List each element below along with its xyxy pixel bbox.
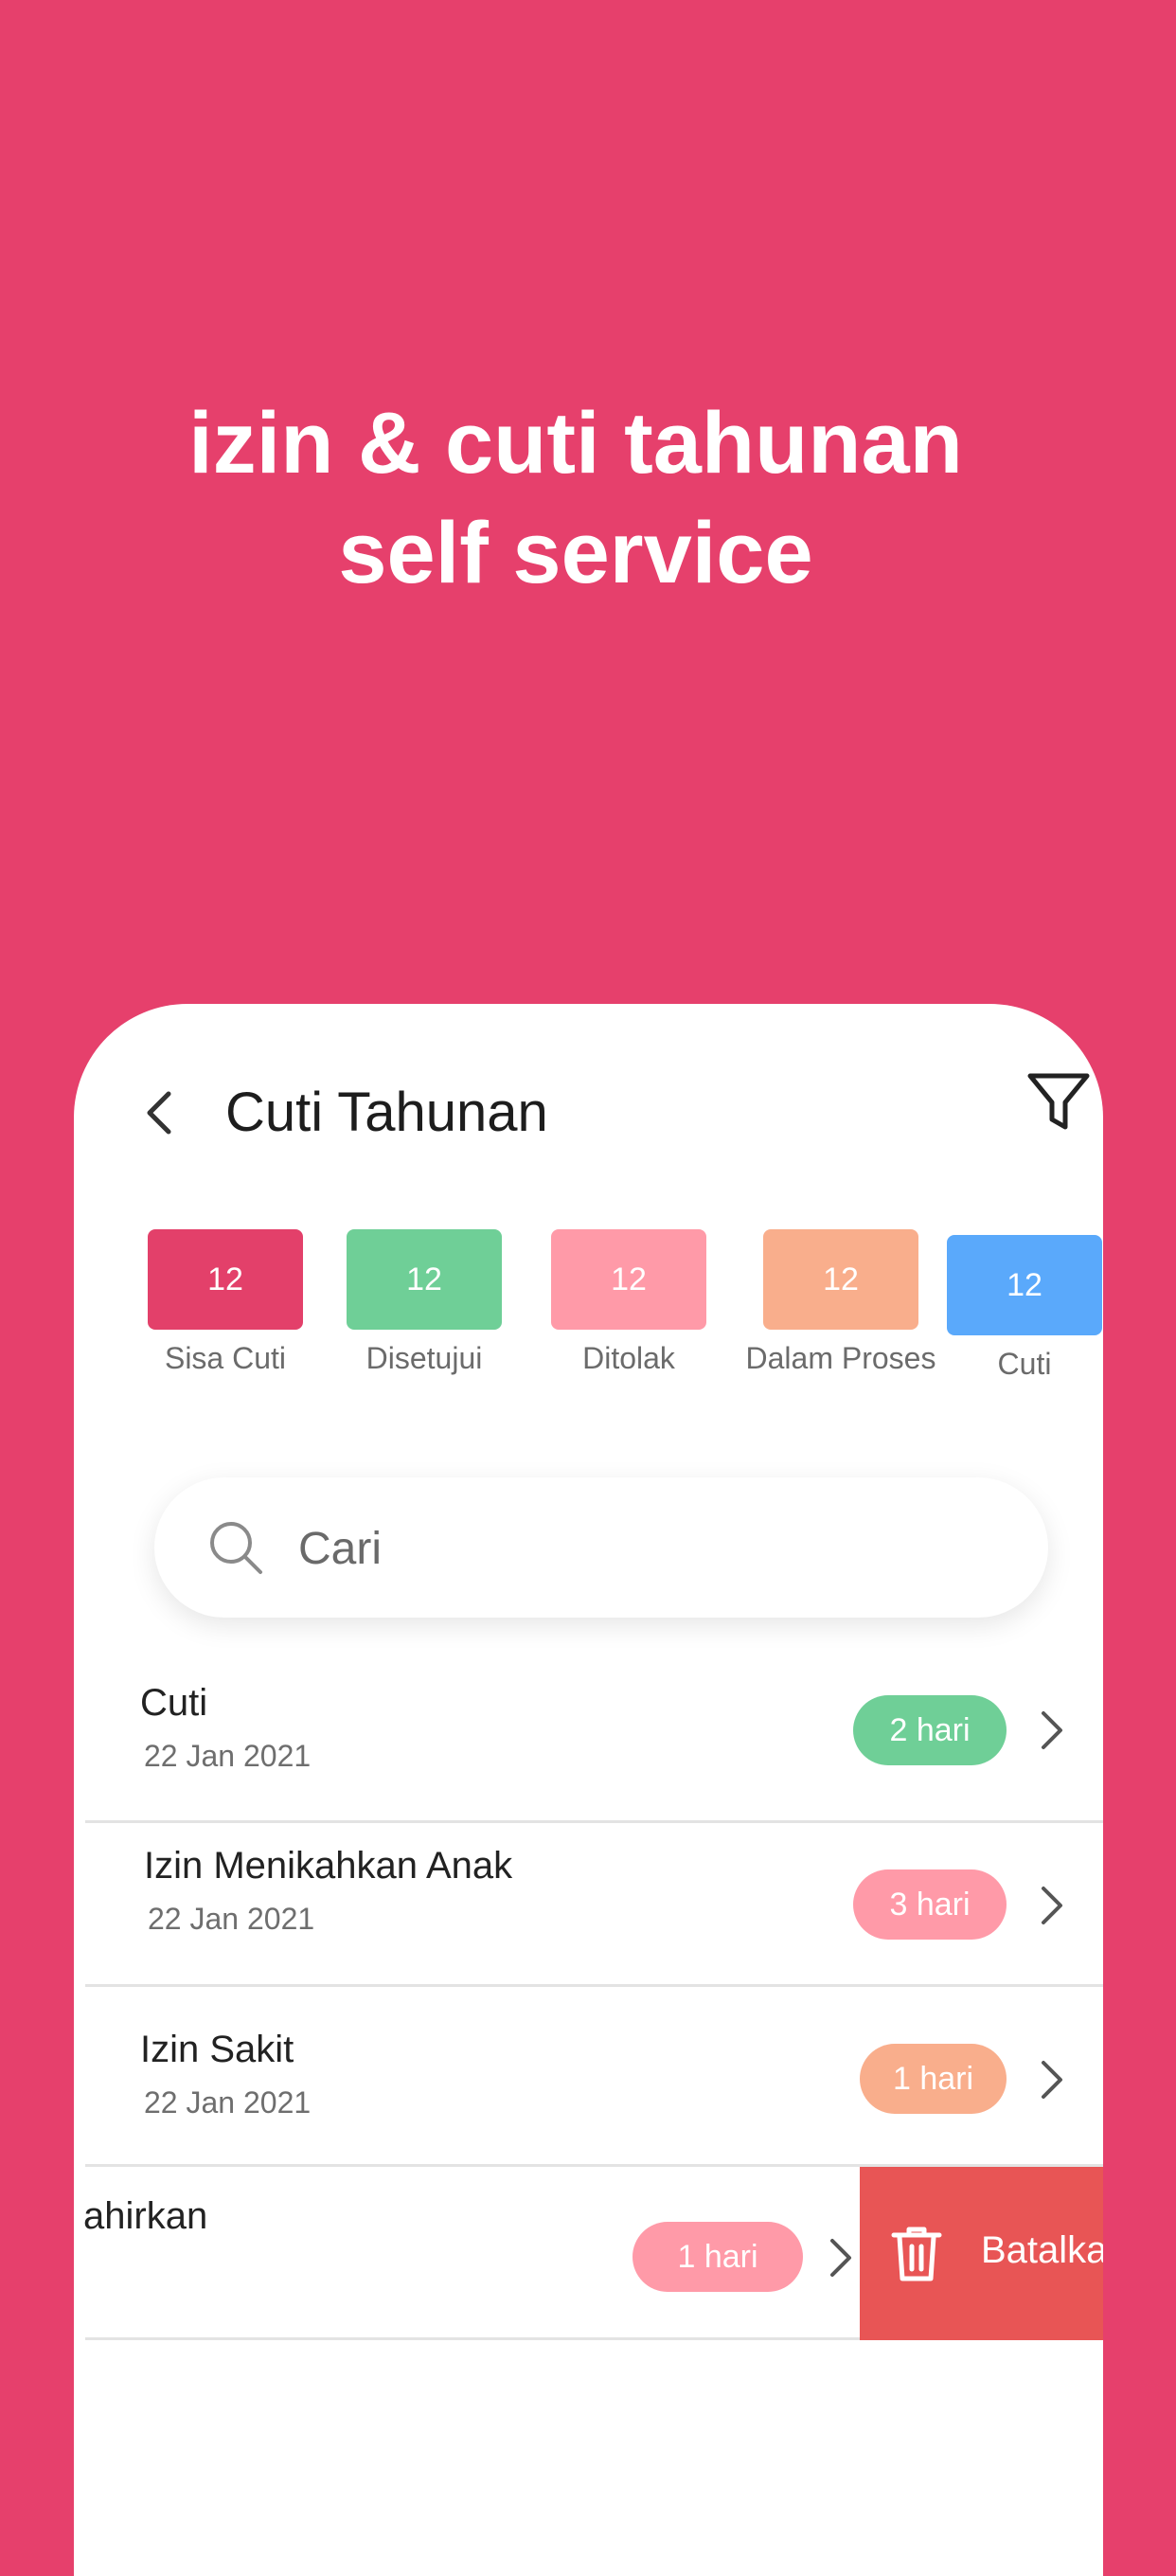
search-input[interactable] (296, 1510, 963, 1587)
headline-line-1: izin & cuti tahunan (188, 395, 963, 492)
cancel-swipe-button[interactable]: Batalka (860, 2167, 1103, 2340)
item-title: Cuti (140, 1682, 208, 1724)
search-icon (210, 1522, 262, 1574)
stat-sisa-cuti[interactable]: 12 Sisa Cuti (148, 1229, 303, 1376)
list-item[interactable]: Cuti 22 Jan 2021 2 hari (74, 1667, 1103, 1818)
chevron-right-icon (1042, 1711, 1062, 1749)
stat-value: 12 (148, 1229, 303, 1330)
stat-dalam-proses[interactable]: 12 Dalam Proses (727, 1229, 954, 1376)
duration-badge: 1 hari (633, 2222, 803, 2292)
stat-label: Ditolak (582, 1341, 675, 1375)
headline: izin & cuti tahunan self service (0, 388, 1151, 608)
stat-label: Sisa Cuti (164, 1341, 287, 1375)
stat-disetujui[interactable]: 12 Disetujui (347, 1229, 502, 1376)
chevron-left-icon[interactable] (138, 1084, 180, 1141)
cancel-label: Batalka (981, 2229, 1103, 2271)
phone-screen: Cuti Tahunan 12 Sisa Cuti 12 Disetujui 1… (74, 1004, 1103, 2576)
duration-badge: 1 hari (860, 2044, 1007, 2114)
stat-cuti[interactable]: 12 Cuti (947, 1235, 1102, 1382)
stat-label: Dalam Proses (745, 1341, 936, 1375)
chevron-right-icon (830, 2239, 851, 2277)
filter-icon[interactable] (1025, 1068, 1092, 1135)
item-title: ahirkan (83, 2195, 208, 2237)
stat-value: 12 (347, 1229, 502, 1330)
chevron-right-icon (1042, 1887, 1062, 1924)
stat-ditolak[interactable]: 12 Ditolak (551, 1229, 706, 1376)
trash-icon (891, 2227, 942, 2281)
divider (85, 1820, 1103, 1823)
stat-value: 12 (947, 1235, 1102, 1335)
stat-label: Cuti (997, 1347, 1052, 1381)
item-title: Izin Menikahkan Anak (144, 1845, 513, 1887)
divider (85, 1984, 1103, 1987)
list-item[interactable]: Izin Sakit 22 Jan 2021 1 hari (74, 1991, 1103, 2161)
duration-badge: 3 hari (853, 1869, 1007, 1940)
headline-line-2: self service (338, 505, 813, 601)
stat-label: Disetujui (365, 1341, 483, 1375)
page-title: Cuti Tahunan (225, 1082, 548, 1143)
search-bar[interactable] (154, 1477, 1048, 1618)
item-date: 22 Jan 2021 (148, 1902, 315, 1936)
list-item[interactable]: Izin Menikahkan Anak 22 Jan 2021 3 hari (74, 1826, 1103, 1987)
item-date: 22 Jan 2021 (144, 1739, 312, 1773)
item-title: Izin Sakit (140, 2029, 294, 2070)
divider (85, 2337, 860, 2340)
duration-badge: 2 hari (853, 1695, 1007, 1765)
chevron-right-icon (1042, 2061, 1062, 2099)
stat-value: 12 (551, 1229, 706, 1330)
stat-value: 12 (763, 1229, 918, 1330)
item-date: 22 Jan 2021 (144, 2085, 312, 2120)
